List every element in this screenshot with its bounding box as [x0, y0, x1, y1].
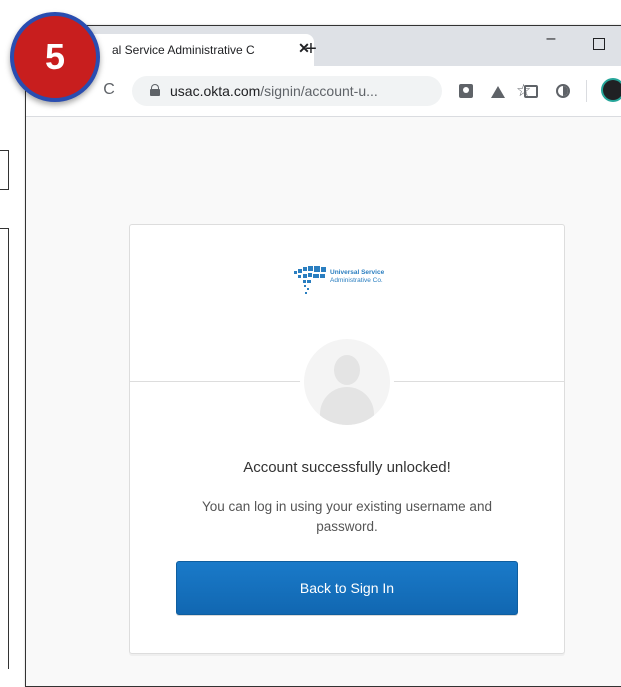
unlock-success-heading: Account successfully unlocked!	[243, 459, 451, 476]
extension-icon[interactable]	[459, 84, 473, 98]
maximize-button[interactable]	[593, 38, 605, 50]
tab-bar: al Service Administrative C ✕ + –	[26, 26, 621, 66]
address-bar[interactable]: usac.okta.com/signin/account-u... ☆	[132, 76, 531, 106]
url-text: usac.okta.com/signin/account-u...	[170, 83, 378, 99]
user-silhouette-icon	[304, 339, 390, 425]
url-host: usac.okta.com	[170, 83, 261, 99]
browser-tab[interactable]: al Service Administrative C ✕	[84, 34, 314, 66]
reload-icon[interactable]: C	[100, 81, 118, 99]
unlock-success-message: You can log in using your existing usern…	[202, 499, 492, 534]
user-avatar	[300, 335, 394, 429]
lock-icon[interactable]	[150, 84, 160, 96]
browser-window: al Service Administrative C ✕ + – C usac…	[25, 25, 621, 687]
toolbar-divider	[586, 80, 587, 102]
step-number-badge: 5	[10, 12, 100, 102]
usac-logo: Universal Service Administrative Co.	[292, 261, 422, 301]
usac-logo-mark-icon	[294, 266, 326, 294]
usac-logo-text: Universal Service Administrative Co.	[330, 269, 384, 285]
logo-line-2: Administrative Co.	[330, 277, 383, 284]
tab-title: al Service Administrative C	[112, 43, 255, 57]
url-path: /signin/account-u...	[260, 83, 378, 99]
background-panel-fragment	[0, 150, 9, 190]
profile-avatar-icon[interactable]	[603, 80, 621, 100]
step-number: 5	[44, 36, 66, 77]
new-tab-button[interactable]: +	[301, 39, 321, 60]
minimize-button[interactable]: –	[540, 30, 562, 52]
logo-line-1: Universal Service	[330, 269, 385, 276]
browser-toolbar: C usac.okta.com/signin/account-u... ☆	[26, 66, 621, 117]
cast-extension-icon[interactable]	[524, 85, 538, 98]
page-content: Universal Service Administrative Co. Acc…	[26, 117, 621, 686]
drive-extension-icon[interactable]	[491, 84, 505, 98]
background-panel-fragment	[0, 228, 9, 669]
back-to-sign-in-button[interactable]: Back to Sign In	[176, 561, 518, 615]
okta-signin-card: Universal Service Administrative Co. Acc…	[129, 224, 565, 654]
contrast-extension-icon[interactable]	[556, 84, 570, 98]
